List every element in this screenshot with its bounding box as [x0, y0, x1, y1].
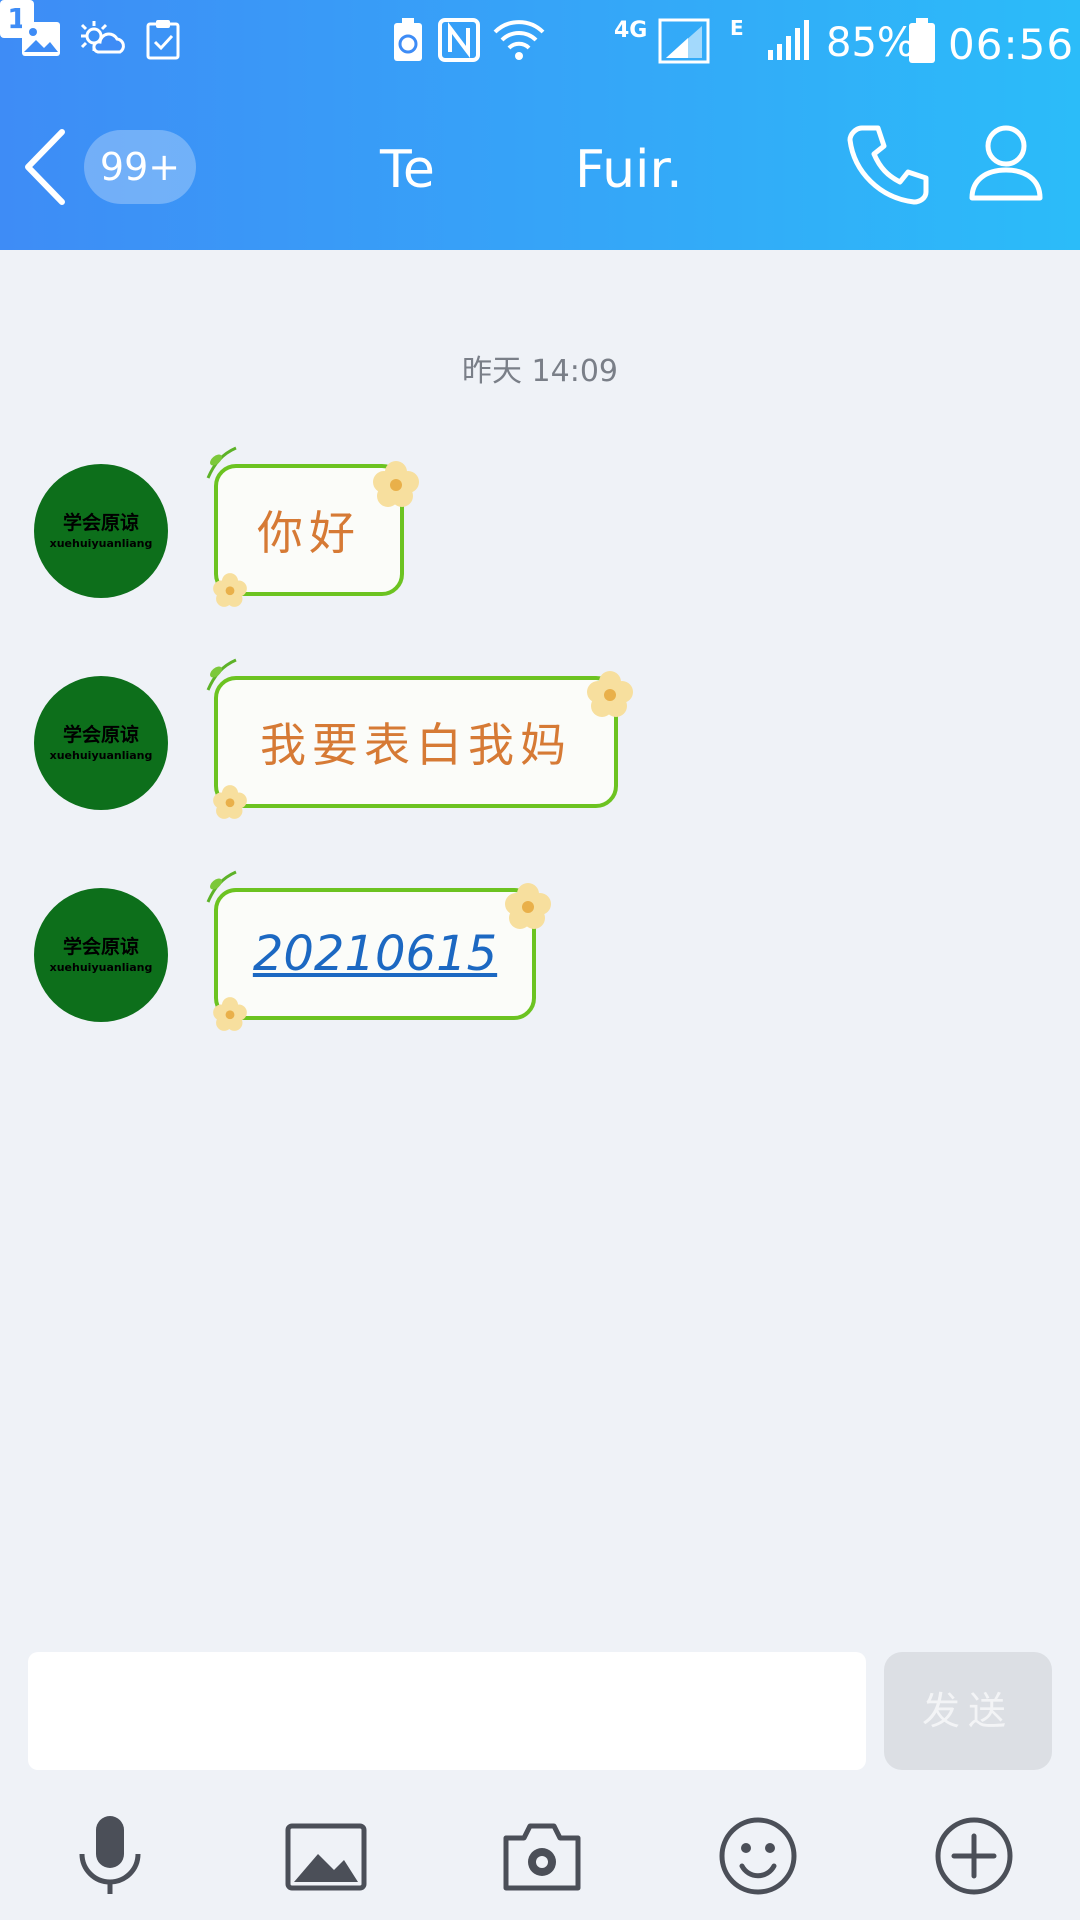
- leaf-decoration: [206, 658, 237, 691]
- signal-strength-icon: [658, 18, 710, 64]
- avatar[interactable]: 学会原谅 xuehuiyuanliang: [34, 888, 168, 1022]
- flower-decoration: [373, 461, 419, 507]
- battery-saver-icon: [394, 18, 422, 61]
- network-secondary-label: E: [730, 16, 744, 40]
- avatar[interactable]: 学会原谅 xuehuiyuanliang: [34, 676, 168, 810]
- back-button[interactable]: 99+: [18, 122, 196, 212]
- chat-title-part2: Fuir.: [575, 140, 683, 200]
- phone-icon: [847, 125, 929, 205]
- avatar-pinyin: xuehuiyuanliang: [49, 961, 153, 974]
- contact-profile-button[interactable]: [966, 122, 1046, 202]
- wifi-icon: [493, 20, 545, 60]
- avatar-name: 学会原谅: [62, 724, 139, 746]
- microphone-icon: [79, 1816, 141, 1894]
- clock: 06:56: [948, 20, 1075, 69]
- camera-icon: [503, 1823, 581, 1891]
- emoji-icon: [719, 1817, 797, 1895]
- leaf-decoration: [206, 446, 237, 479]
- unread-count-badge: 99+: [84, 130, 196, 204]
- flower-decoration: [587, 671, 633, 717]
- plus-icon: [935, 1817, 1013, 1895]
- image-icon: [285, 1823, 367, 1891]
- gallery-notification-icon: [22, 22, 60, 56]
- chat-title-part1: Te: [380, 140, 435, 200]
- person-icon: [969, 125, 1043, 201]
- flower-decoration: [505, 883, 551, 929]
- flower-decoration: [213, 997, 247, 1031]
- battery-icon: [909, 18, 935, 63]
- more-options-button[interactable]: [932, 1814, 1016, 1898]
- flower-decoration: [213, 573, 247, 607]
- message-link[interactable]: 20210615: [253, 926, 497, 982]
- header: 1 4G E 85% 06:56 99+ Te Fuir.: [0, 0, 1080, 250]
- message-timestamp: 昨天 14:09: [462, 354, 618, 389]
- nfc-icon: [438, 18, 480, 62]
- avatar-pinyin: xuehuiyuanliang: [49, 749, 153, 762]
- message-bubble[interactable]: 20210615: [214, 888, 536, 1020]
- avatar-name: 学会原谅: [62, 512, 139, 534]
- message-bubble[interactable]: 我要表白我妈: [214, 676, 618, 808]
- voice-call-button[interactable]: [846, 122, 930, 206]
- chevron-left-icon: [25, 129, 65, 205]
- send-button[interactable]: 发送: [884, 1652, 1052, 1770]
- message-row: 学会原谅 xuehuiyuanliang 你好: [0, 446, 1080, 607]
- task-done-icon: [146, 20, 180, 60]
- avatar-pinyin: xuehuiyuanliang: [49, 537, 153, 550]
- battery-percentage: 85%: [826, 20, 915, 66]
- message-row: 学会原谅 xuehuiyuanliang 我要表白我妈: [0, 658, 1080, 819]
- camera-button[interactable]: [500, 1814, 584, 1898]
- voice-input-button[interactable]: [68, 1814, 152, 1898]
- message-input[interactable]: [28, 1652, 866, 1770]
- network-type-label: 4G: [614, 18, 648, 43]
- message-text: 我要表白我妈: [260, 718, 572, 772]
- photo-album-button[interactable]: [284, 1814, 368, 1898]
- weather-icon: [80, 21, 125, 54]
- emoji-button[interactable]: [716, 1814, 800, 1898]
- avatar[interactable]: 学会原谅 xuehuiyuanliang: [34, 464, 168, 598]
- avatar-name: 学会原谅: [62, 936, 139, 958]
- signal-bars-icon: [768, 20, 809, 60]
- flower-decoration: [213, 785, 247, 819]
- leaf-decoration: [206, 870, 237, 903]
- message-row: 学会原谅 xuehuiyuanliang 20210615: [0, 870, 1080, 1031]
